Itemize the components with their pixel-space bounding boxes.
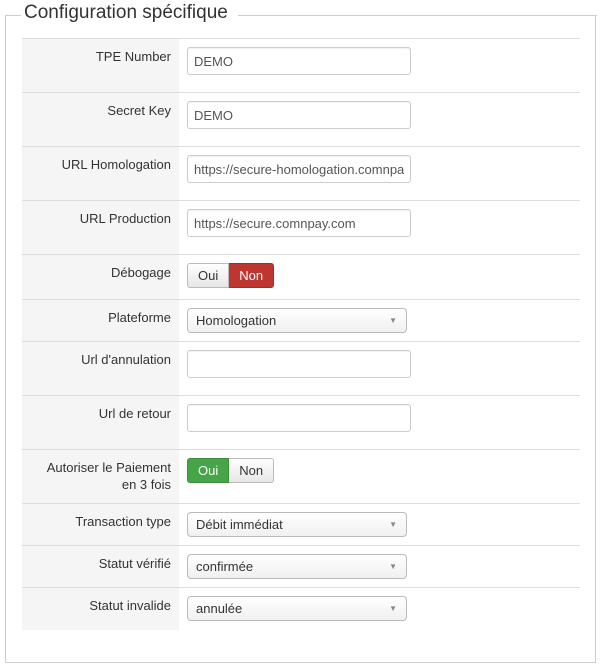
url-annulation-input[interactable] xyxy=(187,350,411,378)
label-paiement-3-fois: Autoriser le Paiement en 3 fois xyxy=(22,449,179,504)
label-tpe-number: TPE Number xyxy=(22,38,179,93)
label-url-annulation: Url d'annulation xyxy=(22,341,179,396)
plateforme-select[interactable]: Homologation ▼ xyxy=(187,308,407,333)
debogage-toggle: Oui Non xyxy=(187,263,275,288)
fieldset-border xyxy=(5,15,21,16)
row-secret-key: Secret Key xyxy=(22,92,580,147)
plateforme-selected-value: Homologation xyxy=(196,313,277,328)
transaction-type-selected-value: Débit immédiat xyxy=(196,517,283,532)
fieldset-border xyxy=(238,15,597,16)
debogage-oui-button[interactable]: Oui xyxy=(187,263,230,288)
paiement-3-fois-non-button[interactable]: Non xyxy=(229,458,275,483)
paiement-3-fois-toggle: Oui Non xyxy=(187,458,275,483)
row-tpe-number: TPE Number xyxy=(22,38,580,93)
chevron-down-icon: ▼ xyxy=(389,562,397,571)
row-plateforme: Plateforme Homologation ▼ xyxy=(22,299,580,342)
row-statut-verifie: Statut vérifié confirmée ▼ xyxy=(22,545,580,588)
transaction-type-select[interactable]: Débit immédiat ▼ xyxy=(187,512,407,537)
url-production-input[interactable] xyxy=(187,209,411,237)
label-plateforme: Plateforme xyxy=(22,299,179,342)
row-url-production: URL Production xyxy=(22,200,580,255)
label-line-1: Autoriser le Paiement xyxy=(46,460,171,475)
row-statut-invalide: Statut invalide annulée ▼ xyxy=(22,587,580,630)
tpe-number-input[interactable] xyxy=(187,47,411,75)
label-secret-key: Secret Key xyxy=(22,92,179,147)
debogage-non-button[interactable]: Non xyxy=(229,263,275,288)
label-statut-invalide: Statut invalide xyxy=(22,587,179,630)
chevron-down-icon: ▼ xyxy=(389,520,397,529)
label-transaction-type: Transaction type xyxy=(22,503,179,546)
label-statut-verifie: Statut vérifié xyxy=(22,545,179,588)
chevron-down-icon: ▼ xyxy=(389,604,397,613)
secret-key-input[interactable] xyxy=(187,101,411,129)
url-retour-input[interactable] xyxy=(187,404,411,432)
label-debogage: Débogage xyxy=(22,254,179,300)
statut-verifie-selected-value: confirmée xyxy=(196,559,254,574)
row-transaction-type: Transaction type Débit immédiat ▼ xyxy=(22,503,580,546)
statut-invalide-select[interactable]: annulée ▼ xyxy=(187,596,407,621)
statut-invalide-selected-value: annulée xyxy=(196,601,243,616)
chevron-down-icon: ▼ xyxy=(389,316,397,325)
row-url-retour: Url de retour xyxy=(22,395,580,450)
row-url-annulation: Url d'annulation xyxy=(22,341,580,396)
label-url-retour: Url de retour xyxy=(22,395,179,450)
url-homologation-input[interactable] xyxy=(187,155,411,183)
row-debogage: Débogage Oui Non xyxy=(22,254,580,300)
config-table: TPE Number Secret Key URL Homologation U… xyxy=(22,38,580,630)
label-line-2: en 3 fois xyxy=(121,477,171,492)
label-url-production: URL Production xyxy=(22,200,179,255)
paiement-3-fois-oui-button[interactable]: Oui xyxy=(187,458,230,483)
statut-verifie-select[interactable]: confirmée ▼ xyxy=(187,554,407,579)
row-url-homologation: URL Homologation xyxy=(22,146,580,201)
fieldset-legend: Configuration spécifique xyxy=(24,2,228,23)
row-paiement-3-fois: Autoriser le Paiement en 3 fois Oui Non xyxy=(22,449,580,504)
label-url-homologation: URL Homologation xyxy=(22,146,179,201)
